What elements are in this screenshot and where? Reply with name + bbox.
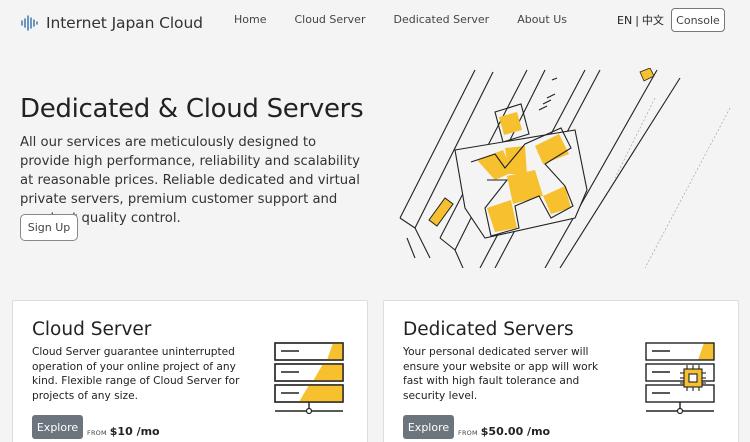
- nav-home[interactable]: Home: [225, 13, 266, 26]
- nav-about-us[interactable]: About Us: [508, 13, 567, 26]
- nav-dedicated-server[interactable]: Dedicated Server: [384, 13, 489, 26]
- server-rack-icon: [274, 342, 344, 415]
- language-switcher: EN | 中文: [617, 12, 664, 28]
- from-label: FROM: [87, 429, 107, 437]
- console-button[interactable]: Console: [671, 8, 725, 32]
- server-chip-icon: [645, 342, 715, 415]
- nav-cloud-server[interactable]: Cloud Server: [285, 13, 365, 26]
- soundwave-logo-icon: [21, 15, 38, 31]
- main-nav: Home Cloud Server Dedicated Server About…: [225, 13, 586, 26]
- hero-title: Dedicated & Cloud Servers: [20, 94, 364, 124]
- sign-up-button[interactable]: Sign Up: [20, 214, 78, 241]
- card-description: Cloud Server guarantee uninterrupted ope…: [32, 346, 240, 403]
- price-amount: $50.00 /mo: [480, 425, 551, 438]
- lang-zh[interactable]: 中文: [642, 14, 664, 27]
- card-description: Your personal dedicated server will ensu…: [403, 346, 599, 403]
- price-info: FROM $10 /mo: [87, 420, 160, 439]
- from-label: FROM: [458, 429, 478, 437]
- dedicated-servers-card: Dedicated Servers Your personal dedicate…: [383, 300, 739, 442]
- card-title: Dedicated Servers: [403, 319, 574, 340]
- cloud-server-card: Cloud Server Cloud Server guarantee unin…: [12, 300, 368, 442]
- price-info: FROM $50.00 /mo: [458, 420, 550, 439]
- explore-button[interactable]: Explore: [403, 415, 454, 439]
- price-amount: $10 /mo: [109, 425, 160, 438]
- explore-button[interactable]: Explore: [32, 415, 83, 439]
- card-title: Cloud Server: [32, 319, 152, 340]
- brand-logo[interactable]: Internet Japan Cloud: [20, 10, 203, 36]
- lang-separator: |: [635, 14, 639, 27]
- brand-name: Internet Japan Cloud: [46, 14, 203, 32]
- lang-en[interactable]: EN: [617, 14, 632, 27]
- site-header: Internet Japan Cloud Home Cloud Server D…: [0, 0, 750, 46]
- isometric-server-illustration: [399, 68, 731, 268]
